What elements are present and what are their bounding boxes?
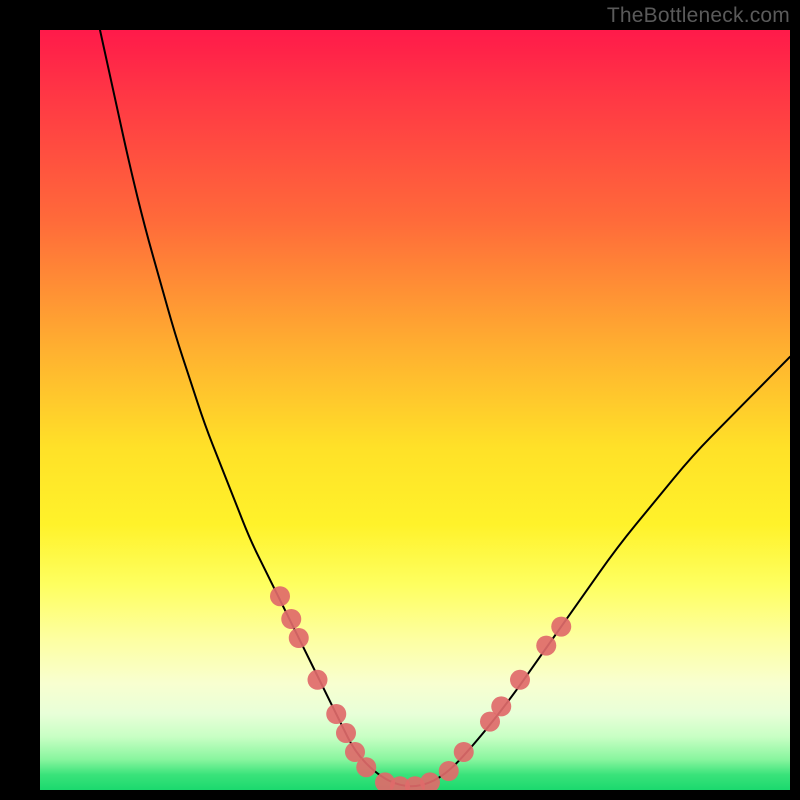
marker-point [281,609,301,629]
bottleneck-curve [100,30,790,786]
marker-point [289,628,309,648]
chart-svg [0,0,800,800]
marker-points [270,586,571,796]
marker-point [336,723,356,743]
marker-point [551,617,571,637]
marker-point [491,696,511,716]
marker-point [356,757,376,777]
marker-point [326,704,346,724]
marker-point [510,670,530,690]
marker-point [270,586,290,606]
marker-point [439,761,459,781]
marker-point [454,742,474,762]
marker-point [308,670,328,690]
marker-point [420,772,440,792]
marker-point [536,636,556,656]
chart-frame: TheBottleneck.com [0,0,800,800]
